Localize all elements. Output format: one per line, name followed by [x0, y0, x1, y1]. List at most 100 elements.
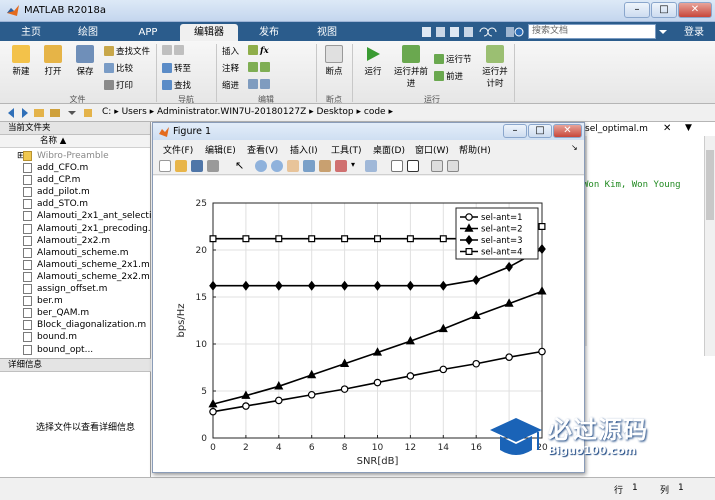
- list-item[interactable]: ber.m: [0, 295, 151, 307]
- colorbar-icon[interactable]: [391, 160, 403, 172]
- tab-editor[interactable]: 编辑器: [180, 24, 238, 41]
- run-section-button[interactable]: 运行节: [434, 53, 472, 65]
- open-file-icon[interactable]: [175, 160, 187, 172]
- breadcrumb[interactable]: C: ▸ Users ▸ Administrator.WIN7U-2018012…: [102, 107, 393, 117]
- pointer-icon[interactable]: ↖: [235, 160, 247, 172]
- search-dropdown-icon[interactable]: [658, 28, 668, 36]
- menu-help[interactable]: 帮助(H): [459, 143, 491, 156]
- nav-back-buttons[interactable]: [162, 45, 186, 56]
- hide-plot-tools-icon[interactable]: [431, 160, 443, 172]
- insert-button[interactable]: 插入: [222, 45, 239, 57]
- list-item[interactable]: bound_opt...: [0, 344, 151, 356]
- list-item[interactable]: Alamouti_scheme.m: [0, 247, 151, 259]
- brush-icon[interactable]: [335, 160, 347, 172]
- search-documentation-input[interactable]: 搜索文档: [528, 24, 656, 39]
- login-button[interactable]: 登录: [674, 24, 714, 41]
- list-item[interactable]: assign_offset.m: [0, 283, 151, 295]
- brush-dropdown-icon[interactable]: ▾: [351, 160, 363, 172]
- find-button[interactable]: 查找: [162, 79, 191, 91]
- open-button[interactable]: 打开: [38, 45, 68, 77]
- data-cursor-icon[interactable]: [319, 160, 331, 172]
- menu-tools[interactable]: 工具(T): [331, 143, 362, 156]
- find-files-button[interactable]: 查找文件: [104, 45, 150, 57]
- rotate-icon[interactable]: [303, 160, 315, 172]
- run-button[interactable]: 运行: [356, 45, 390, 77]
- increase-indent-icon: [260, 79, 270, 89]
- editor-tab-sel-optimal[interactable]: sel_optimal.m: [585, 124, 648, 134]
- advance-button[interactable]: 前进: [434, 70, 463, 82]
- edit-tools[interactable]: fx: [248, 45, 269, 56]
- x-axis-label: SNR[dB]: [357, 456, 399, 467]
- list-item[interactable]: Alamouti_2x1_ant_selecti...: [0, 210, 151, 222]
- tab-apps[interactable]: APP: [120, 24, 176, 41]
- list-item[interactable]: Alamouti_2x2.m: [0, 235, 151, 247]
- link-plot-icon[interactable]: [365, 160, 377, 172]
- maximize-button[interactable]: □: [651, 2, 677, 18]
- list-item[interactable]: add_STO.m: [0, 198, 151, 210]
- figure-close-button[interactable]: ✕: [553, 124, 582, 138]
- run-advance-button[interactable]: 运行并前进: [394, 45, 428, 89]
- breadcrumb-code[interactable]: code: [364, 107, 386, 117]
- list-item[interactable]: ⊞ Wibro-Preamble: [0, 150, 151, 162]
- print-figure-icon[interactable]: [207, 160, 219, 172]
- menu-edit[interactable]: 编辑(E): [205, 143, 236, 156]
- print-button[interactable]: 打印: [104, 79, 133, 91]
- figure-title-bar[interactable]: Figure 1 – □ ✕: [153, 123, 584, 140]
- breadcrumb-users[interactable]: Users: [122, 107, 147, 117]
- compare-icon: [104, 63, 114, 73]
- legend-icon[interactable]: [407, 160, 419, 172]
- editor-tab-close-icon[interactable]: ✕: [663, 123, 671, 134]
- new-figure-icon[interactable]: [159, 160, 171, 172]
- editor-scrollbar[interactable]: [704, 136, 715, 356]
- cut-icon: [436, 27, 445, 37]
- details-message: 选择文件以查看详细信息: [36, 423, 136, 433]
- indent-button[interactable]: 缩进: [222, 79, 239, 91]
- figure-minimize-button[interactable]: –: [503, 124, 527, 138]
- zoom-out-icon[interactable]: [271, 160, 283, 172]
- menu-insert[interactable]: 插入(I): [290, 143, 318, 156]
- menu-desktop[interactable]: 桌面(D): [373, 143, 405, 156]
- breakpoints-button[interactable]: 断点: [320, 45, 348, 77]
- save-figure-icon[interactable]: [191, 160, 203, 172]
- breadcrumb-admin[interactable]: Administrator.WIN7U-20180127Z: [157, 107, 306, 117]
- run-and-time-button[interactable]: 运行并计时: [480, 45, 510, 89]
- editor-tab-dropdown-icon[interactable]: ▼: [685, 123, 692, 133]
- name-column-header[interactable]: 名称 ▲: [0, 135, 150, 148]
- menu-window[interactable]: 窗口(W): [415, 143, 449, 156]
- show-plot-tools-icon[interactable]: [447, 160, 459, 172]
- new-button[interactable]: 新建: [6, 45, 36, 77]
- list-item[interactable]: Alamouti_2x1_precoding...: [0, 223, 151, 235]
- tab-plots[interactable]: 绘图: [60, 24, 116, 41]
- tab-home[interactable]: 主页: [6, 24, 56, 41]
- comment-tools[interactable]: [248, 62, 272, 73]
- list-item[interactable]: Block_diagonalization.m: [0, 319, 151, 331]
- menu-view[interactable]: 查看(V): [247, 143, 278, 156]
- comment-button[interactable]: 注释: [222, 62, 239, 74]
- list-item[interactable]: ber_QAM.m: [0, 307, 151, 319]
- list-item[interactable]: bound.m: [0, 331, 151, 343]
- address-nav-buttons[interactable]: [6, 107, 96, 119]
- quick-access-toolbar[interactable]: [420, 26, 524, 38]
- list-item[interactable]: Alamouti_scheme_2x2.m: [0, 271, 151, 283]
- indent-tools[interactable]: [248, 79, 272, 90]
- minimize-button[interactable]: –: [624, 2, 650, 18]
- figure-maximize-button[interactable]: □: [528, 124, 552, 138]
- menu-file[interactable]: 文件(F): [163, 143, 193, 156]
- breadcrumb-drive[interactable]: C:: [102, 107, 111, 117]
- menu-dock-icon[interactable]: ↘: [571, 143, 578, 152]
- list-item[interactable]: Alamouti_scheme_2x1.m: [0, 259, 151, 271]
- compare-button[interactable]: 比较: [104, 62, 133, 74]
- tab-publish[interactable]: 发布: [242, 24, 296, 41]
- goto-button[interactable]: 转至: [162, 62, 191, 74]
- pan-icon[interactable]: [287, 160, 299, 172]
- list-item[interactable]: add_CP.m: [0, 174, 151, 186]
- m-file-icon: [23, 163, 32, 174]
- save-button[interactable]: 保存: [70, 45, 100, 77]
- list-item[interactable]: add_pilot.m: [0, 186, 151, 198]
- breadcrumb-desktop[interactable]: Desktop: [317, 107, 354, 117]
- find-files-icon: [104, 46, 114, 56]
- tab-view[interactable]: 视图: [300, 24, 354, 41]
- close-button[interactable]: ✕: [678, 2, 712, 18]
- list-item[interactable]: add_CFO.m: [0, 162, 151, 174]
- zoom-in-icon[interactable]: [255, 160, 267, 172]
